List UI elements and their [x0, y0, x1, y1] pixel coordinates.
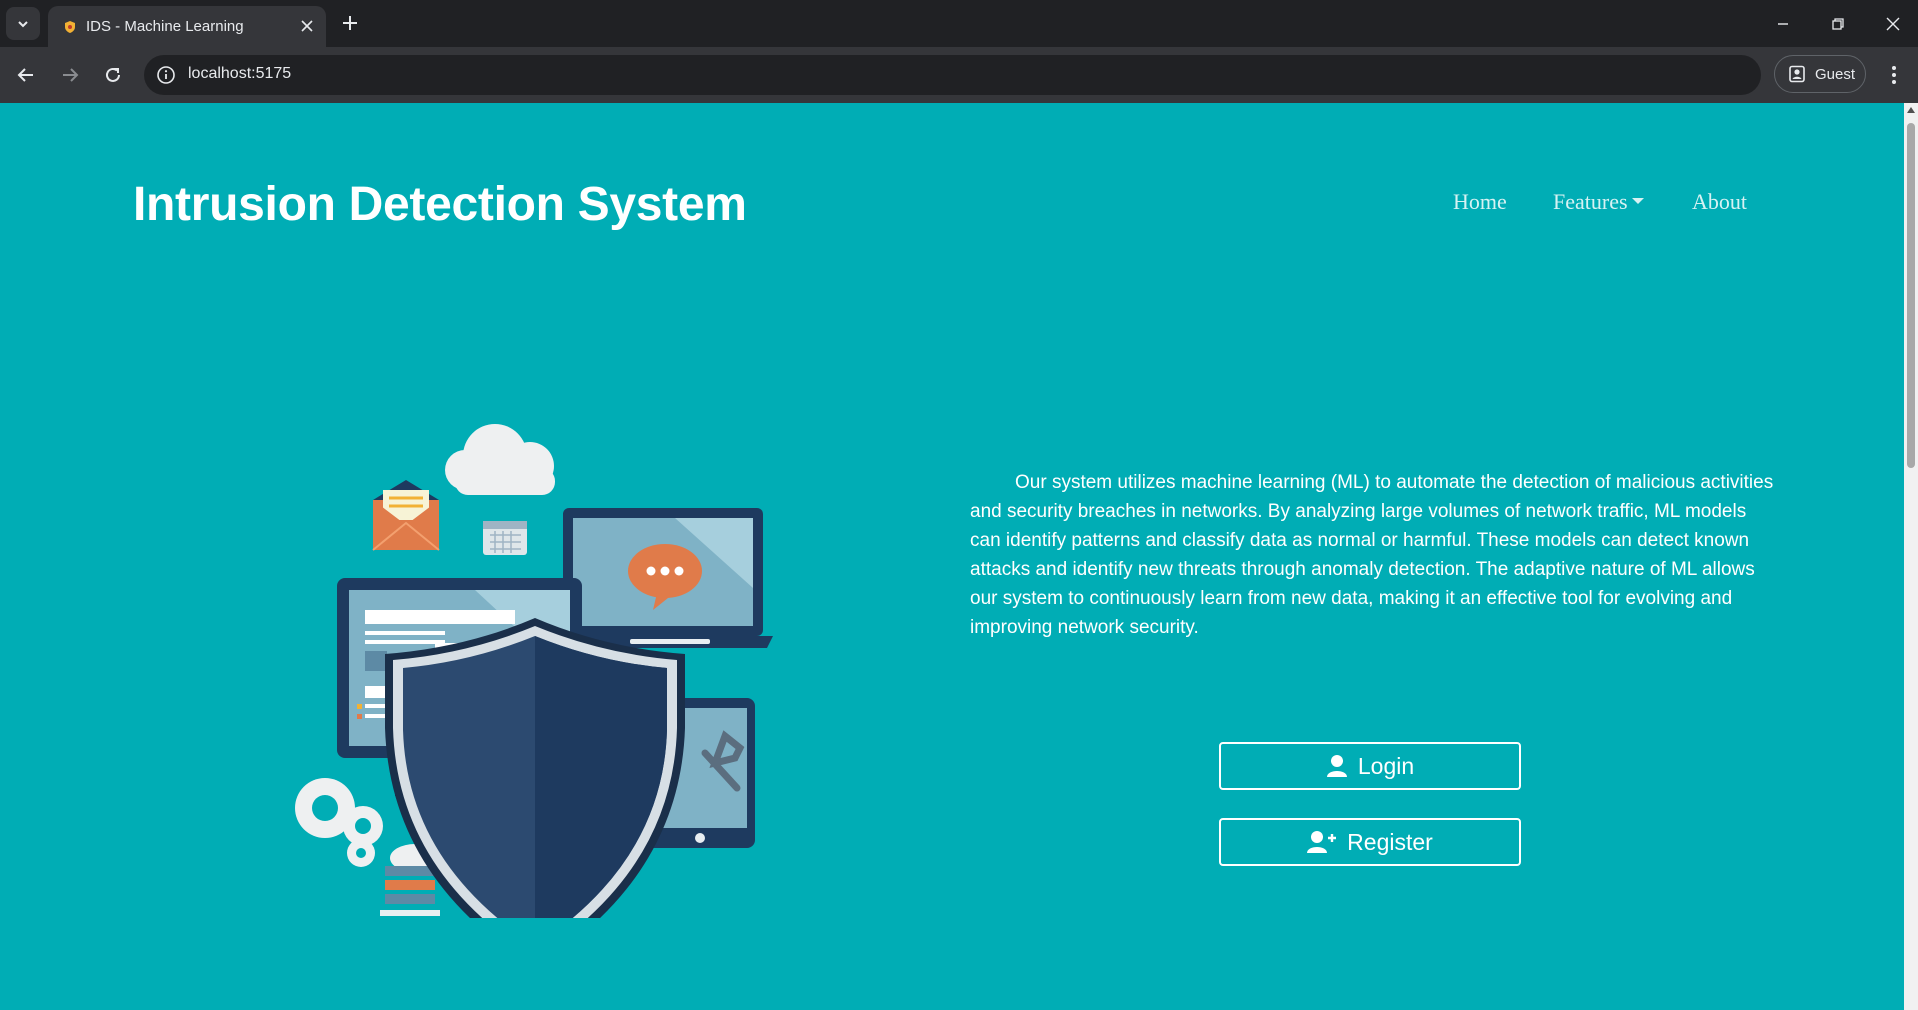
cloud-icon: [445, 424, 555, 495]
user-plus-icon: [1307, 831, 1337, 853]
browser-tab[interactable]: IDS - Machine Learning: [48, 6, 326, 47]
browser-toolbar: localhost:5175 Guest: [0, 47, 1918, 103]
calendar-icon: [483, 521, 527, 555]
register-button[interactable]: Register: [1219, 818, 1521, 866]
security-illustration: [295, 424, 773, 918]
profile-button[interactable]: Guest: [1774, 55, 1866, 93]
tab-search-button[interactable]: [6, 7, 40, 40]
chevron-down-icon: [18, 20, 28, 27]
site-info-icon[interactable]: [156, 65, 176, 85]
reload-icon: [106, 67, 120, 82]
caret-down-icon: [1631, 197, 1644, 204]
favicon-icon: [65, 21, 75, 33]
login-button-label: Login: [1357, 752, 1415, 779]
browser-tab-strip: IDS - Machine Learning: [0, 0, 1918, 47]
close-icon: [301, 20, 313, 32]
register-button-label: Register: [1347, 828, 1433, 855]
nav-link-about[interactable]: About: [1692, 189, 1747, 215]
profile-label: Guest: [1815, 66, 1856, 83]
address-url[interactable]: localhost:5175: [188, 65, 291, 83]
more-vertical-icon: [1892, 66, 1896, 84]
envelope-icon: [372, 480, 440, 551]
nav-features-label: Features: [1553, 189, 1628, 214]
address-bar[interactable]: localhost:5175: [144, 55, 1761, 95]
back-button[interactable]: [12, 61, 40, 89]
gear-icon: [295, 778, 383, 867]
scrollbar-thumb[interactable]: [1907, 123, 1915, 468]
brand-title[interactable]: Intrusion Detection System: [133, 177, 747, 232]
nav-link-features[interactable]: Features: [1553, 189, 1644, 215]
tab-close-button[interactable]: [296, 15, 318, 37]
arrow-left-icon: [17, 68, 33, 82]
browser-menu-button[interactable]: [1882, 61, 1906, 89]
laptop-icon: [551, 508, 773, 648]
arrow-right-icon: [63, 68, 79, 82]
tab-title: IDS - Machine Learning: [86, 18, 244, 35]
restore-icon: [1832, 18, 1844, 30]
close-icon: [1886, 17, 1900, 31]
forward-button[interactable]: [56, 61, 84, 89]
guest-profile-icon: [1789, 65, 1805, 83]
close-window-button[interactable]: [1880, 11, 1906, 37]
page-scrollbar[interactable]: [1904, 103, 1918, 1010]
scroll-up-arrow-icon[interactable]: [1907, 107, 1915, 113]
minimize-icon: [1778, 23, 1788, 25]
page-viewport: Intrusion Detection System Home Features…: [0, 103, 1904, 1010]
hero-description: Our system utilizes machine learning (ML…: [970, 472, 1774, 638]
plus-icon: [343, 16, 357, 30]
user-icon: [1326, 755, 1347, 777]
minimize-button[interactable]: [1770, 11, 1796, 37]
login-button[interactable]: Login: [1219, 742, 1521, 790]
reload-button[interactable]: [99, 61, 127, 89]
restore-button[interactable]: [1825, 11, 1851, 37]
nav-link-home[interactable]: Home: [1453, 189, 1507, 215]
new-tab-button[interactable]: [338, 11, 362, 35]
